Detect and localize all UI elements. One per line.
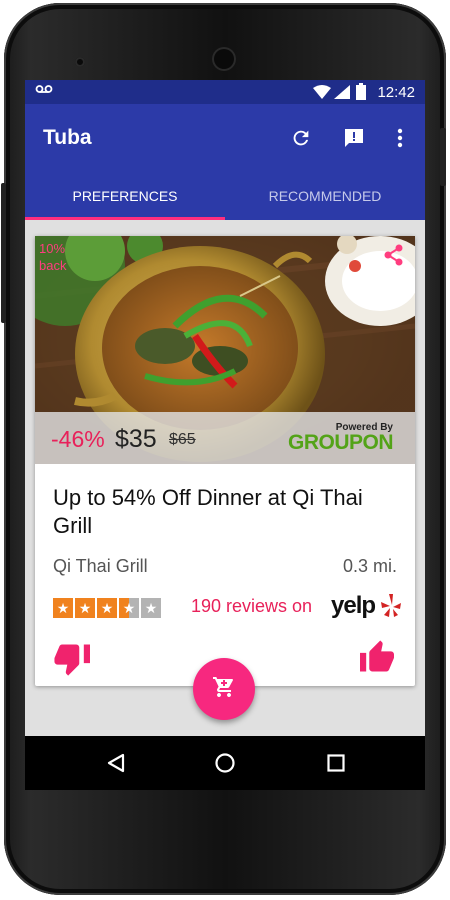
back-triangle-icon[interactable] [103,750,129,776]
yelp-burst-icon [381,594,401,623]
battery-icon [356,83,366,103]
distance: 0.3 mi. [342,556,397,576]
recents-square-icon[interactable] [323,750,349,776]
price-strip: -46% $35 $65 Powered By GROUPON [35,412,415,464]
deal-photo[interactable]: 10% back -46% $35 $65 Powered By GROUPON [35,236,415,464]
merchant-name: Qi Thai Grill [53,556,148,576]
deal-price: $35 [115,425,157,453]
voicemail-icon [35,83,53,98]
star-empty-icon: ★ [141,598,161,618]
app-bar: Tuba PREFERENCES RECOMMENDED [25,104,425,220]
refresh-icon[interactable] [287,124,315,152]
signal-icon [334,85,350,102]
star-icon: ★ [97,598,117,618]
thumbs-down-icon[interactable] [51,640,95,680]
yelp-logo: yelp [331,592,376,619]
system-nav-bar [25,736,425,790]
app-title: Tuba [43,126,92,149]
more-vert-icon[interactable] [391,124,409,152]
star-icon: ★ [75,598,95,618]
thumbs-up-icon[interactable] [355,636,399,676]
cart-icon [212,675,236,704]
screen: 12:42 Tuba PREFERENCES RECOMMENDED 10% b… [25,80,425,790]
tab-indicator [25,217,225,220]
volume-button [440,128,446,186]
reviews-count[interactable]: 190 reviews on [191,596,312,617]
share-icon[interactable] [381,242,407,268]
wifi-icon [313,85,331,102]
tab-recommended[interactable]: RECOMMENDED [225,184,425,220]
deal-title: Up to 54% Off Dinner at Qi Thai Grill [53,485,363,538]
tab-bar: PREFERENCES RECOMMENDED [25,184,425,220]
home-circle-icon[interactable] [212,750,238,776]
groupon-logo: GROUPON [287,431,394,454]
status-bar: 12:42 [25,80,425,104]
deal-card[interactable]: 10% back -46% $35 $65 Powered By GROUPON… [35,236,415,686]
star-icon: ★ [53,598,73,618]
feedback-icon[interactable] [340,124,368,152]
discount-percent: -46% [51,426,105,452]
star-rating: ★ ★ ★ ★ ★ [53,598,161,620]
power-button [1,183,6,323]
original-price: $65 [169,431,196,448]
cashback-badge: 10% back [39,241,67,273]
front-camera [212,47,236,71]
phone-frame: 12:42 Tuba PREFERENCES RECOMMENDED 10% b… [1,3,446,895]
cart-fab[interactable] [193,658,255,720]
star-half-icon: ★ [119,598,139,618]
sensor-dot [75,57,85,67]
clock: 12:42 [377,84,415,101]
tab-preferences[interactable]: PREFERENCES [25,184,225,220]
